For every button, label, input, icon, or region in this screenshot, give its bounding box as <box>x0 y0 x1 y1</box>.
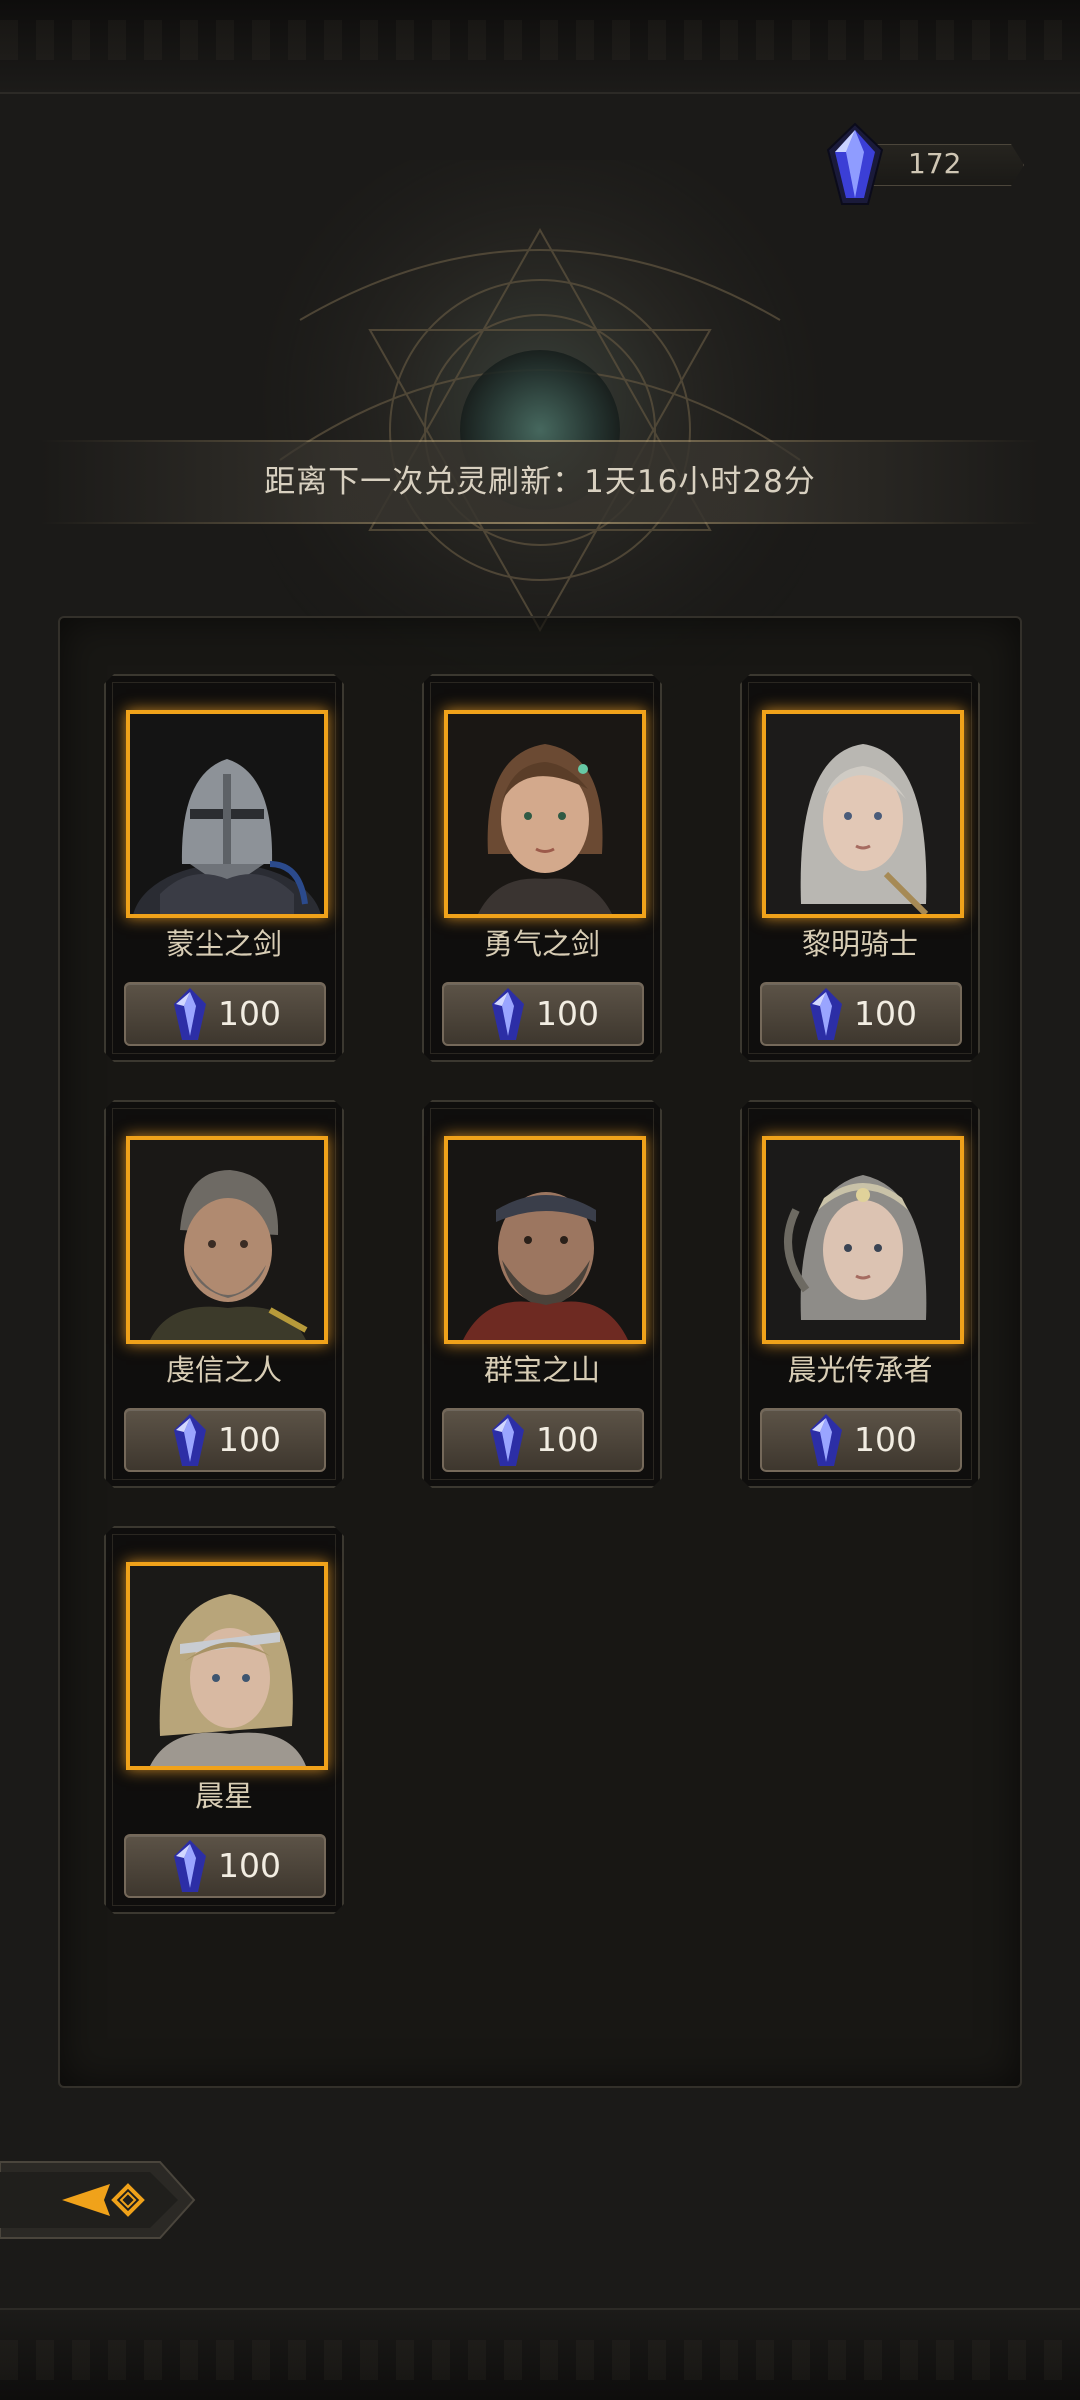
hero-portrait <box>126 710 328 918</box>
young-woman-portrait <box>448 714 642 914</box>
hero-card[interactable]: 蒙尘之剑 100 <box>104 674 344 1062</box>
hero-portrait <box>444 1136 646 1344</box>
exchange-price: 100 <box>218 1420 281 1459</box>
refresh-timer-bar: 距离下一次兑灵刷新：1天16小时28分 <box>40 440 1040 524</box>
top-ornament-band <box>0 0 1080 94</box>
hero-card[interactable]: 勇气之剑 100 <box>422 674 662 1062</box>
crystal-icon <box>488 1412 528 1468</box>
crystal-icon <box>826 122 884 205</box>
knight-helmet-portrait <box>130 714 324 914</box>
hero-portrait <box>126 1136 328 1344</box>
exchange-button[interactable]: 100 <box>760 1408 962 1472</box>
exchange-button[interactable]: 100 <box>124 1408 326 1472</box>
crystal-balance: 172 <box>820 120 1030 210</box>
hero-portrait <box>762 1136 964 1344</box>
blonde-woman-portrait <box>130 1566 324 1766</box>
exchange-price: 100 <box>218 1846 281 1885</box>
exchange-price: 100 <box>536 1420 599 1459</box>
hero-card[interactable]: 群宝之山 100 <box>422 1100 662 1488</box>
hero-card[interactable]: 晨星 100 <box>104 1526 344 1914</box>
hero-name: 蒙尘之剑 <box>165 927 282 961</box>
crystal-icon <box>170 986 210 1042</box>
crystal-icon <box>488 986 528 1042</box>
headdress-woman-portrait <box>766 1140 960 1340</box>
hero-name: 勇气之剑 <box>483 927 600 961</box>
bearded-man-portrait <box>130 1140 324 1340</box>
back-button[interactable] <box>0 2150 196 2250</box>
hero-name: 黎明骑士 <box>801 927 918 961</box>
hero-portrait <box>444 710 646 918</box>
exchange-button[interactable]: 100 <box>760 982 962 1046</box>
exchange-button[interactable]: 100 <box>442 982 644 1046</box>
hero-name: 群宝之山 <box>483 1353 600 1387</box>
crystal-icon <box>170 1412 210 1468</box>
bottom-ornament-band <box>0 2308 1080 2400</box>
hero-portrait <box>762 710 964 918</box>
exchange-button[interactable]: 100 <box>124 982 326 1046</box>
exchange-price: 100 <box>854 994 917 1033</box>
exchange-button[interactable]: 100 <box>442 1408 644 1472</box>
exchange-button[interactable]: 100 <box>124 1834 326 1898</box>
balance-value: 172 <box>908 147 962 180</box>
hero-card[interactable]: 晨光传承者 100 <box>740 1100 980 1488</box>
hero-card[interactable]: 虔信之人 100 <box>104 1100 344 1488</box>
bearded-headband-man-portrait <box>448 1140 642 1340</box>
crystal-icon <box>170 1838 210 1894</box>
crystal-icon <box>806 986 846 1042</box>
exchange-price: 100 <box>854 1420 917 1459</box>
silver-hair-woman-portrait <box>766 714 960 914</box>
refresh-timer-text: 距离下一次兑灵刷新：1天16小时28分 <box>264 464 816 500</box>
exchange-price: 100 <box>536 994 599 1033</box>
hero-card[interactable]: 黎明骑士 100 <box>740 674 980 1062</box>
hero-name: 虔信之人 <box>165 1353 282 1387</box>
exchange-price: 100 <box>218 994 281 1033</box>
hero-name: 晨光传承者 <box>787 1353 933 1387</box>
hero-name: 晨星 <box>194 1779 253 1813</box>
hero-portrait <box>126 1562 328 1770</box>
crystal-icon <box>806 1412 846 1468</box>
